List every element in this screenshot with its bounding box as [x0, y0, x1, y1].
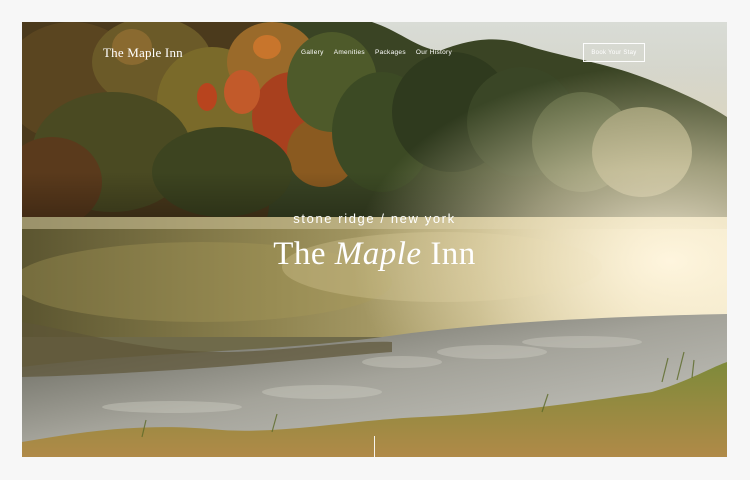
nav-link-our-history[interactable]: Our History — [416, 49, 452, 56]
nav-link-gallery[interactable]: Gallery — [301, 49, 324, 56]
hero-frame: The Maple Inn Gallery Amenities Packages… — [22, 22, 727, 457]
book-your-stay-button[interactable]: Book Your Stay — [583, 43, 645, 62]
nav-link-packages[interactable]: Packages — [375, 49, 406, 56]
hero-title-pre: The — [273, 236, 335, 272]
main-menu: Gallery Amenities Packages Our History — [301, 49, 452, 56]
hero-title: The Maple Inn — [22, 236, 727, 273]
hero-title-italic: Maple — [334, 236, 422, 272]
hero-tagline: stone ridge / new york — [293, 211, 456, 226]
scroll-indicator-line[interactable] — [374, 436, 375, 457]
hero-title-post: Inn — [421, 236, 476, 272]
nav-link-amenities[interactable]: Amenities — [334, 49, 365, 56]
brand-logo-link[interactable]: The Maple Inn — [103, 45, 183, 61]
top-navigation: The Maple Inn Gallery Amenities Packages… — [22, 22, 727, 82]
